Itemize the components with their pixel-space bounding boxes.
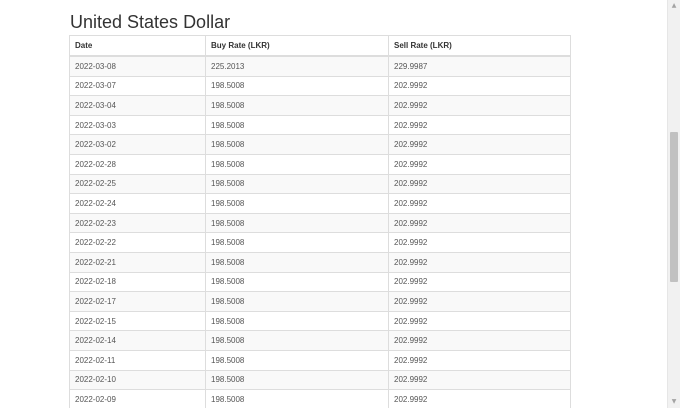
cell-sell-rate: 202.9992 xyxy=(388,193,571,214)
table-row: 2022-03-02 198.5008 202.9992 xyxy=(69,134,571,155)
table-row: 2022-03-03 198.5008 202.9992 xyxy=(69,114,571,136)
cell-sell-rate: 202.9992 xyxy=(388,212,571,234)
cell-sell-rate: 202.9992 xyxy=(388,251,571,273)
cell-buy-rate: 198.5008 xyxy=(205,212,389,234)
table-row: 2022-02-18 198.5008 202.9992 xyxy=(69,271,571,293)
cell-buy-rate: 198.5008 xyxy=(205,389,389,408)
table-row: 2022-03-04 198.5008 202.9992 xyxy=(69,95,571,116)
cell-sell-rate: 202.9992 xyxy=(388,349,571,371)
cell-buy-rate: 198.5008 xyxy=(205,75,389,97)
cell-buy-rate: 198.5008 xyxy=(205,193,389,214)
cell-buy-rate: 198.5008 xyxy=(205,232,389,253)
cell-sell-rate: 202.9992 xyxy=(388,389,571,408)
cell-sell-rate: 202.9992 xyxy=(388,369,571,391)
table-row: 2022-02-25 198.5008 202.9992 xyxy=(69,173,571,195)
cell-date: 2022-03-04 xyxy=(69,95,206,116)
cell-buy-rate: 198.5008 xyxy=(205,173,389,195)
exchange-rate-table: Date Buy Rate (LKR) Sell Rate (LKR) 2022… xyxy=(69,35,571,408)
cell-date: 2022-02-24 xyxy=(69,193,206,214)
cell-date: 2022-02-14 xyxy=(69,330,206,351)
table-row: 2022-03-08 225.2013 229.9987 xyxy=(69,55,571,77)
cell-sell-rate: 202.9992 xyxy=(388,310,571,332)
table-body: 2022-03-08 225.2013 229.9987 2022-03-07 198.… xyxy=(69,55,571,408)
column-header-sell-rate: Sell Rate (LKR) xyxy=(388,35,571,57)
cell-sell-rate: 202.9992 xyxy=(388,330,571,351)
cell-date: 2022-03-02 xyxy=(69,134,206,155)
page-title: United States Dollar xyxy=(70,12,231,32)
table-row: 2022-02-14 198.5008 202.9992 xyxy=(69,330,571,351)
cell-sell-rate: 202.9992 xyxy=(388,75,571,97)
arrow-up-icon[interactable]: ▲ xyxy=(668,0,680,12)
cell-date: 2022-02-17 xyxy=(69,291,206,312)
cell-buy-rate: 198.5008 xyxy=(205,291,389,312)
cell-buy-rate: 198.5008 xyxy=(205,114,389,136)
table-row: 2022-02-23 198.5008 202.9992 xyxy=(69,212,571,234)
table-row: 2022-02-22 198.5008 202.9992 xyxy=(69,232,571,253)
arrow-down-icon[interactable]: ▼ xyxy=(668,396,680,408)
cell-date: 2022-02-15 xyxy=(69,310,206,332)
cell-date: 2022-02-25 xyxy=(69,173,206,195)
cell-sell-rate: 202.9992 xyxy=(388,271,571,293)
table-row: 2022-03-07 198.5008 202.9992 xyxy=(69,75,571,97)
cell-sell-rate: 202.9992 xyxy=(388,153,571,175)
cell-sell-rate: 202.9992 xyxy=(388,173,571,195)
cell-date: 2022-03-07 xyxy=(69,75,206,97)
table-row: 2022-02-15 198.5008 202.9992 xyxy=(69,310,571,332)
cell-sell-rate: 202.9992 xyxy=(388,134,571,155)
cell-sell-rate: 229.9987 xyxy=(388,55,571,77)
table-row: 2022-02-28 198.5008 202.9992 xyxy=(69,153,571,175)
cell-sell-rate: 202.9992 xyxy=(388,95,571,116)
cell-buy-rate: 198.5008 xyxy=(205,271,389,293)
cell-date: 2022-02-22 xyxy=(69,232,206,253)
table-row: 2022-02-10 198.5008 202.9992 xyxy=(69,369,571,391)
column-header-buy-rate: Buy Rate (LKR) xyxy=(205,35,389,57)
table-row: 2022-02-17 198.5008 202.9992 xyxy=(69,291,571,312)
cell-buy-rate: 198.5008 xyxy=(205,153,389,175)
cell-date: 2022-02-28 xyxy=(69,153,206,175)
cell-date: 2022-03-03 xyxy=(69,114,206,136)
table-row: 2022-02-11 198.5008 202.9992 xyxy=(69,349,571,371)
cell-date: 2022-02-09 xyxy=(69,389,206,408)
cell-buy-rate: 198.5008 xyxy=(205,134,389,155)
cell-date: 2022-02-18 xyxy=(69,271,206,293)
cell-sell-rate: 202.9992 xyxy=(388,232,571,253)
table-row: 2022-02-09 198.5008 202.9992 xyxy=(69,389,571,408)
cell-date: 2022-02-11 xyxy=(69,349,206,371)
cell-buy-rate: 198.5008 xyxy=(205,95,389,116)
table-row: 2022-02-24 198.5008 202.9992 xyxy=(69,193,571,214)
column-header-date: Date xyxy=(69,35,206,57)
cell-buy-rate: 225.2013 xyxy=(205,55,389,77)
cell-date: 2022-02-23 xyxy=(69,212,206,234)
scrollbar-thumb[interactable] xyxy=(670,132,678,282)
cell-buy-rate: 198.5008 xyxy=(205,369,389,391)
cell-date: 2022-02-10 xyxy=(69,369,206,391)
cell-sell-rate: 202.9992 xyxy=(388,114,571,136)
cell-date: 2022-03-08 xyxy=(69,55,206,77)
header-row: Date Buy Rate (LKR) Sell Rate (LKR) xyxy=(69,35,571,57)
cell-date: 2022-02-21 xyxy=(69,251,206,273)
cell-buy-rate: 198.5008 xyxy=(205,330,389,351)
cell-buy-rate: 198.5008 xyxy=(205,349,389,371)
table-row: 2022-02-21 198.5008 202.9992 xyxy=(69,251,571,273)
cell-buy-rate: 198.5008 xyxy=(205,251,389,273)
page-content: United States Dollar Date Buy Rate (LKR)… xyxy=(0,0,667,408)
cell-buy-rate: 198.5008 xyxy=(205,310,389,332)
cell-sell-rate: 202.9992 xyxy=(388,291,571,312)
table-header: Date Buy Rate (LKR) Sell Rate (LKR) xyxy=(69,35,571,57)
vertical-scrollbar[interactable]: ▲ ▼ xyxy=(667,0,680,408)
